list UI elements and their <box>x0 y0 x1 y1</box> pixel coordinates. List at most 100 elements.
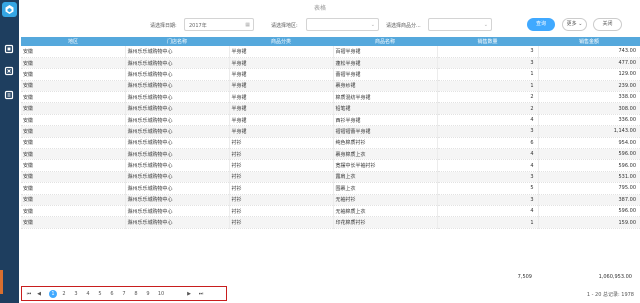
cell-qty: 4 <box>437 148 539 161</box>
page-7[interactable]: 7 <box>120 290 128 298</box>
first-page-icon[interactable]: ⏮ <box>26 290 32 298</box>
calendar-icon[interactable]: ▦ <box>245 22 250 28</box>
category-select[interactable]: ⌄ <box>428 18 492 31</box>
table-row[interactable]: 安徽 滁州乐乐城购物中心 衬衫 宽摆中长半袖衬衫 4 596.00 <box>21 159 640 172</box>
cell-store: 滁州乐乐城购物中心 <box>125 125 230 138</box>
table-row[interactable]: 安徽 滁州乐乐城购物中心 半身裙 蓬松半身裙 3 477.00 <box>21 57 640 70</box>
total-qty: 7,509 <box>517 274 532 280</box>
cell-qty: 4 <box>437 159 539 172</box>
more-button[interactable]: 更多 ⌄ <box>562 18 587 31</box>
cell-amount: 1,143.00 <box>538 125 640 138</box>
sidebar <box>0 0 19 303</box>
table-row[interactable]: 安徽 滁州乐乐城购物中心 半身裙 棉质混纺半身裙 2 338.00 <box>21 91 640 104</box>
cell-category: 半身裙 <box>229 68 334 81</box>
category-label: 请选择商品分... <box>386 23 421 29</box>
page-8[interactable]: 8 <box>132 290 140 298</box>
last-page-icon[interactable]: ⏭ <box>198 290 204 298</box>
table-row[interactable]: 安徽 滁州乐乐城购物中心 衬衫 围裹上衣 5 795.00 <box>21 182 640 195</box>
table-row[interactable]: 安徽 滁州乐乐城购物中心 衬衫 印花棉质衬衫 1 159.00 <box>21 216 640 229</box>
cell-product: 西衫半身裙 <box>333 114 438 127</box>
cell-store: 滁州乐乐城购物中心 <box>125 57 230 70</box>
cell-store: 滁州乐乐城购物中心 <box>125 68 230 81</box>
cell-amount: 477.00 <box>538 57 640 70</box>
date-field[interactable]: 2017年 ▦ <box>184 18 254 31</box>
cell-region: 安徽 <box>21 171 126 184</box>
chevron-down-icon: ⌄ <box>483 22 488 28</box>
table-row[interactable]: 安徽 滁州乐乐城购物中心 半身裙 西衫半身裙 4 336.00 <box>21 114 640 127</box>
table-row[interactable]: 安徽 滁州乐乐城购物中心 半身裙 裹身纱裙 1 239.00 <box>21 80 640 93</box>
cell-product: 宽摆中长半袖衬衫 <box>333 159 438 172</box>
table-row[interactable]: 安徽 滁州乐乐城购物中心 衬衫 无袖棉质上衣 4 596.00 <box>21 205 640 218</box>
cell-amount: 159.00 <box>538 216 640 229</box>
cell-category: 半身裙 <box>229 57 334 70</box>
cell-product: 围裹上衣 <box>333 182 438 195</box>
cell-region: 安徽 <box>21 102 126 115</box>
next-page-icon[interactable]: ▶ <box>186 290 192 298</box>
cell-region: 安徽 <box>21 80 126 93</box>
table-row[interactable]: 安徽 滁州乐乐城购物中心 半身裙 蕾褶半身裙 1 129.00 <box>21 68 640 81</box>
cell-qty: 4 <box>437 114 539 127</box>
table-row[interactable]: 安徽 滁州乐乐城购物中心 衬衫 无袖衬衫 3 387.00 <box>21 194 640 206</box>
column-header-product[interactable]: 商品名称 <box>333 37 437 46</box>
query-button[interactable]: 查询 <box>527 18 555 31</box>
cell-store: 滁州乐乐城购物中心 <box>125 80 230 93</box>
cell-qty: 3 <box>437 194 539 206</box>
column-header-store[interactable]: 门店名称 <box>125 37 229 46</box>
cell-store: 滁州乐乐城购物中心 <box>125 114 230 127</box>
cell-category: 衬衫 <box>229 159 334 172</box>
cell-store: 滁州乐乐城购物中心 <box>125 182 230 195</box>
page-5[interactable]: 5 <box>96 290 104 298</box>
table-row[interactable]: 安徽 滁州乐乐城购物中心 半身裙 褶褶褶蕾半身裙 3 1,143.00 <box>21 125 640 138</box>
column-header-region[interactable]: 地区 <box>21 37 125 46</box>
cell-category: 半身裙 <box>229 46 334 58</box>
date-label: 请选择日期: <box>150 23 177 29</box>
region-select[interactable]: ⌄ <box>306 18 379 31</box>
cell-qty: 1 <box>437 80 539 93</box>
page-2[interactable]: 2 <box>60 290 68 298</box>
page-4[interactable]: 4 <box>84 290 92 298</box>
column-header-category[interactable]: 商品分类 <box>229 37 333 46</box>
table-row[interactable]: 安徽 滁州乐乐城购物中心 衬衫 裹身棉质上衣 4 596.00 <box>21 148 640 161</box>
home-icon[interactable] <box>4 44 14 54</box>
report-icon[interactable] <box>4 66 14 76</box>
cell-category: 衬衫 <box>229 205 334 218</box>
cell-qty: 6 <box>437 137 539 150</box>
page-1[interactable]: 1 <box>49 290 57 298</box>
column-header-qty[interactable]: 销售数量 <box>437 37 538 46</box>
cell-amount: 596.00 <box>538 205 640 218</box>
page-6[interactable]: 6 <box>108 290 116 298</box>
cell-qty: 5 <box>437 182 539 195</box>
cell-region: 安徽 <box>21 91 126 104</box>
cell-region: 安徽 <box>21 148 126 161</box>
cell-region: 安徽 <box>21 125 126 138</box>
cell-amount: 336.00 <box>538 114 640 127</box>
cell-category: 半身裙 <box>229 114 334 127</box>
table-row[interactable]: 安徽 滁州乐乐城购物中心 半身裙 铅笔裙 2 308.00 <box>21 102 640 115</box>
chevron-down-icon: ⌄ <box>370 22 375 28</box>
data-table: 地区 门店名称 商品分类 商品名称 销售数量 销售金额 安徽 滁州乐乐城购物中心半… <box>21 37 640 229</box>
cell-qty: 4 <box>437 205 539 218</box>
table-row[interactable]: 安徽 滁州乐乐城购物中心 半身裙 百褶半身裙 3 743.00 <box>21 46 640 58</box>
page-9[interactable]: 9 <box>144 290 152 298</box>
table-row[interactable]: 安徽 滁州乐乐城购物中心 衬衫 纯色棉质衬衫 6 954.00 <box>21 137 640 150</box>
page-10[interactable]: 10 <box>156 290 166 298</box>
pagination: ⏮ ◀ 1 2 3 4 5 6 7 8 9 10 ▶ ⏭ <box>21 286 227 301</box>
prev-page-icon[interactable]: ◀ <box>36 290 42 298</box>
cell-region: 安徽 <box>21 57 126 70</box>
cell-amount: 129.00 <box>538 68 640 81</box>
page-3[interactable]: 3 <box>72 290 80 298</box>
cell-qty: 1 <box>437 68 539 81</box>
table-row[interactable]: 安徽 滁州乐乐城购物中心 衬衫 露肩上衣 3 531.00 <box>21 171 640 184</box>
column-header-amount[interactable]: 销售金额 <box>538 37 640 46</box>
cell-region: 安徽 <box>21 137 126 150</box>
date-value: 2017年 <box>189 23 207 29</box>
cell-amount: 596.00 <box>538 148 640 161</box>
close-button[interactable]: 关闭 <box>593 18 622 31</box>
chevron-down-icon: ⌄ <box>578 21 583 27</box>
edit-icon[interactable] <box>4 90 14 100</box>
cell-product: 露肩上衣 <box>333 171 438 184</box>
cell-qty: 3 <box>437 57 539 70</box>
cell-category: 衬衫 <box>229 182 334 195</box>
record-summary: 1 - 20 总记录: 1978 <box>586 292 634 298</box>
table-header-row: 地区 门店名称 商品分类 商品名称 销售数量 销售金额 <box>21 37 640 46</box>
